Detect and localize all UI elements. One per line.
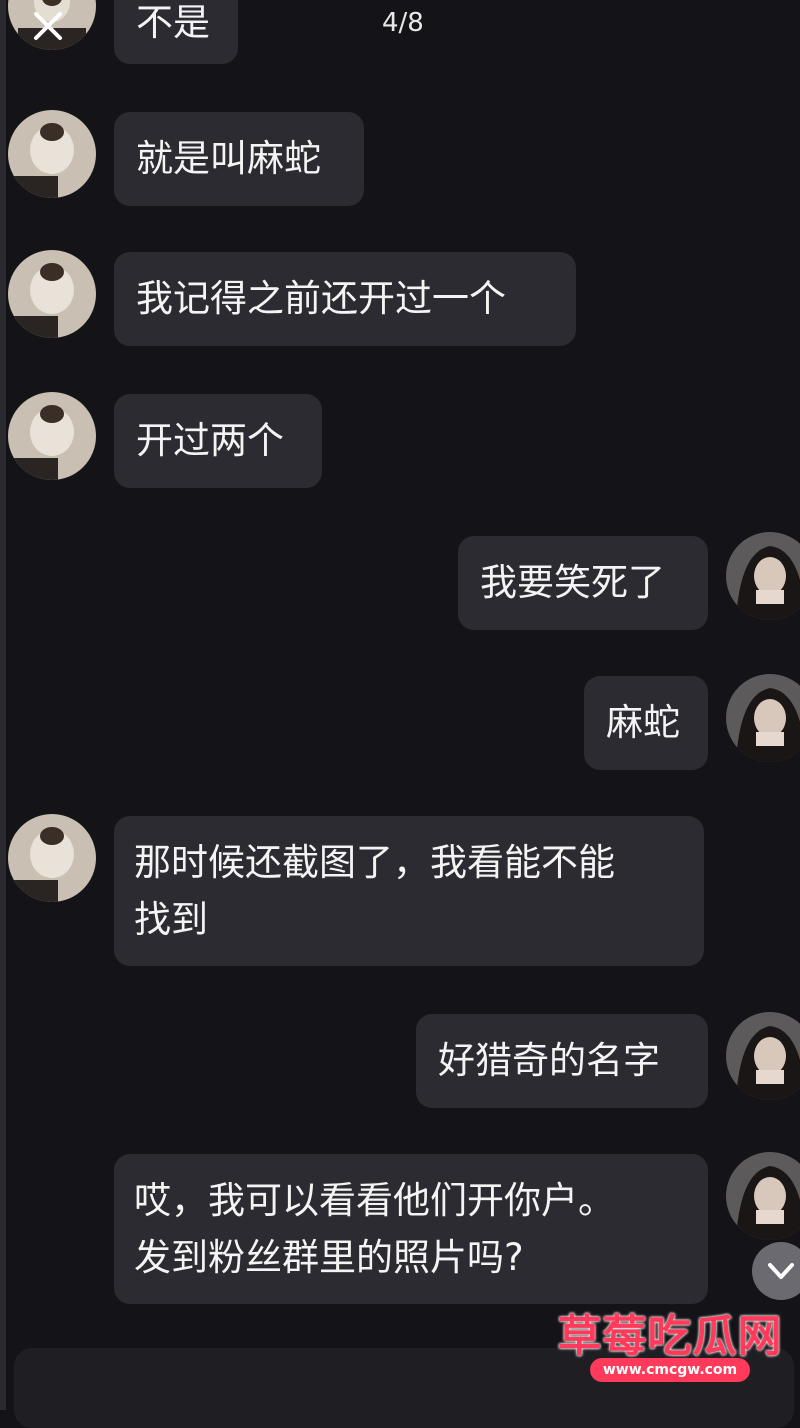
chevron-down-icon (768, 1263, 794, 1279)
avatar[interactable] (726, 1012, 800, 1100)
message-bubble[interactable]: 麻蛇 (584, 676, 708, 770)
message-bubble[interactable]: 不是 (114, 0, 238, 64)
message-line: 哎，我可以看看他们开你户。 (134, 1179, 615, 1222)
avatar[interactable] (726, 1152, 800, 1240)
message-line: 发到粉丝群里的照片吗? (134, 1236, 524, 1279)
message-bubble[interactable]: 好猎奇的名字 (416, 1014, 708, 1108)
message-line: 那时候还截图了，我看能不能 (134, 841, 615, 884)
page-counter: 4/8 (382, 8, 424, 38)
avatar[interactable] (8, 110, 96, 198)
avatar[interactable] (8, 814, 96, 902)
message-bubble[interactable]: 我要笑死了 (458, 536, 708, 630)
message-bubble[interactable]: 那时候还截图了，我看能不能 找到 (114, 816, 704, 966)
message-bubble[interactable]: 我记得之前还开过一个 (114, 252, 576, 346)
avatar[interactable] (8, 392, 96, 480)
avatar[interactable] (726, 532, 800, 620)
avatar[interactable] (8, 250, 96, 338)
message-bubble[interactable]: 哎，我可以看看他们开你户。 发到粉丝群里的照片吗? (114, 1154, 708, 1304)
close-icon (34, 12, 62, 40)
watermark-url: www.cmcgw.com (590, 1358, 750, 1382)
message-line: 找到 (134, 898, 208, 941)
avatar[interactable] (726, 674, 800, 762)
message-bubble[interactable]: 就是叫麻蛇 (114, 112, 364, 206)
scroll-down-button[interactable] (752, 1242, 800, 1300)
message-bubble[interactable]: 开过两个 (114, 394, 322, 488)
watermark-title: 草莓吃瓜网 (557, 1311, 783, 1362)
close-button[interactable] (28, 6, 68, 46)
screen-edge (0, 0, 6, 1410)
watermark: 草莓吃瓜网 www.cmcgw.com (550, 1300, 790, 1390)
